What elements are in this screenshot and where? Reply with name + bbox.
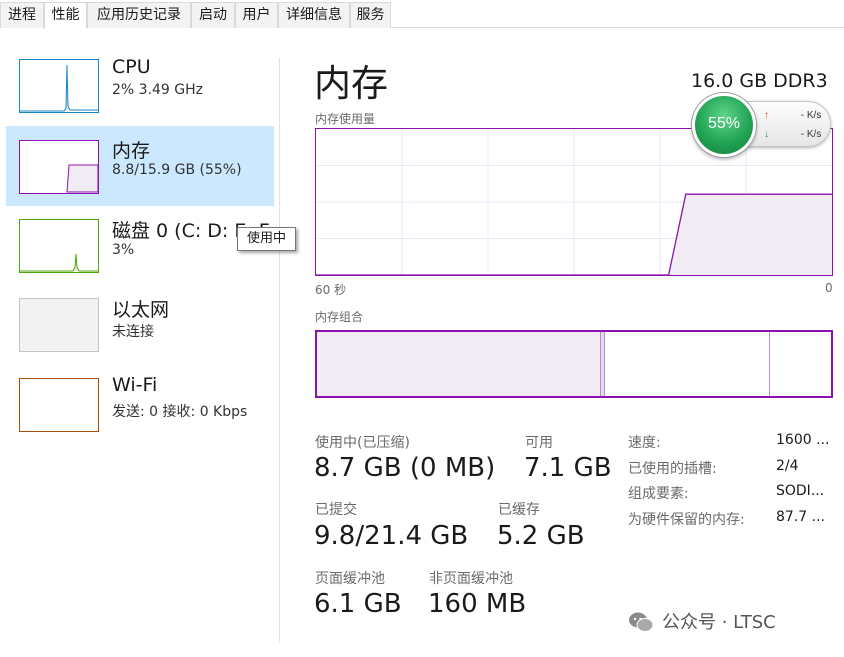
speed-value: 1600 ... [776,432,830,448]
sidebar-item-disk[interactable]: 磁盘 0 (C: D: E: F: 3% [6,206,275,286]
tab-bar: 进程 性能 应用历史记录 启动 用户 详细信息 服务 [0,0,844,29]
available-label: 可用 [525,435,553,451]
tab-performance[interactable]: 性能 [44,2,87,29]
form-factor-label: 组成要素: [628,486,689,502]
form-factor-value: SODI... [776,483,825,499]
wifi-title: Wi-Fi [112,374,158,396]
in-use-label: 使用中(已压缩) [315,435,410,451]
composition-free-segment [769,332,831,396]
tab-services[interactable]: 服务 [350,2,391,28]
paged-pool-value: 6.1 GB [314,589,402,619]
page-title: 内存 [314,62,388,105]
download-speed-row: ↓ - K/s [764,129,821,140]
disk-thumbnail-graph [19,219,99,273]
sidebar-item-ethernet[interactable]: 以太网 未连接 [6,286,274,366]
usage-graph-label: 内存使用量 [315,112,376,126]
axis-left-label: 60 秒 [315,283,347,297]
download-speed-value: - K/s [800,129,822,140]
sidebar-divider[interactable] [279,58,280,643]
download-arrow-icon: ↓ [764,129,769,140]
wechat-icon [629,612,654,632]
memory-title: 内存 [112,140,151,162]
ethernet-title: 以太网 [112,299,170,321]
nonpaged-pool-value: 160 MB [428,589,527,619]
memory-thumbnail-graph [19,140,99,194]
committed-value: 9.8/21.4 GB [314,521,469,551]
tab-details[interactable]: 详细信息 [278,2,350,28]
sidebar-item-cpu[interactable]: CPU 2% 3.49 GHz [6,47,274,127]
memory-percent-gauge: 55% [692,93,756,157]
composition-in-use-segment [317,332,600,396]
hardware-reserved-label: 为硬件保留的内存: [628,512,745,528]
cpu-title: CPU [112,56,151,78]
memory-composition-bar [315,330,833,398]
upload-speed-value: - K/s [800,110,822,121]
sidebar-item-memory[interactable]: 内存 8.8/15.9 GB (55%) [6,126,274,206]
cpu-subtitle: 2% 3.49 GHz [112,82,204,98]
wifi-thumbnail-graph [19,378,99,432]
cached-label: 已缓存 [498,502,540,518]
axis-right-label: 0 [825,281,833,295]
wifi-subtitle: 发送: 0 接收: 0 Kbps [112,404,248,420]
tab-users[interactable]: 用户 [235,2,278,28]
upload-arrow-icon: ↑ [764,110,769,121]
available-value: 7.1 GB [524,453,612,483]
composition-standby-segment [605,332,769,396]
cached-value: 5.2 GB [497,521,585,551]
tab-app-history[interactable]: 应用历史记录 [87,2,191,28]
memory-spec: 16.0 GB DDR3 [691,70,828,92]
ethernet-subtitle: 未连接 [112,324,154,340]
slots-value: 2/4 [776,458,799,474]
memory-subtitle: 8.8/15.9 GB (55%) [112,162,242,178]
tooltip: 使用中 [237,227,296,251]
network-speed-widget[interactable]: 55% ↑ - K/s ↓ - K/s [692,93,834,157]
speed-label: 速度: [628,435,661,451]
upload-speed-row: ↑ - K/s [764,110,821,121]
watermark-text: 公众号 · LTSC [662,612,776,633]
sidebar-item-wifi[interactable]: Wi-Fi 发送: 0 接收: 0 Kbps [6,366,274,446]
paged-pool-label: 页面缓冲池 [315,571,385,587]
composition-graph-label: 内存组合 [315,310,364,324]
hardware-reserved-value: 87.7 ... [776,509,825,525]
nonpaged-pool-label: 非页面缓冲池 [429,571,513,587]
tab-processes[interactable]: 进程 [0,2,44,28]
cpu-thumbnail-graph [19,59,99,113]
disk-subtitle: 3% [112,242,135,258]
slots-label: 已使用的插槽: [628,461,717,477]
committed-label: 已提交 [315,502,357,518]
ethernet-thumbnail-graph [19,298,99,352]
tab-startup[interactable]: 启动 [191,2,235,28]
in-use-value: 8.7 GB (0 MB) [314,453,496,483]
